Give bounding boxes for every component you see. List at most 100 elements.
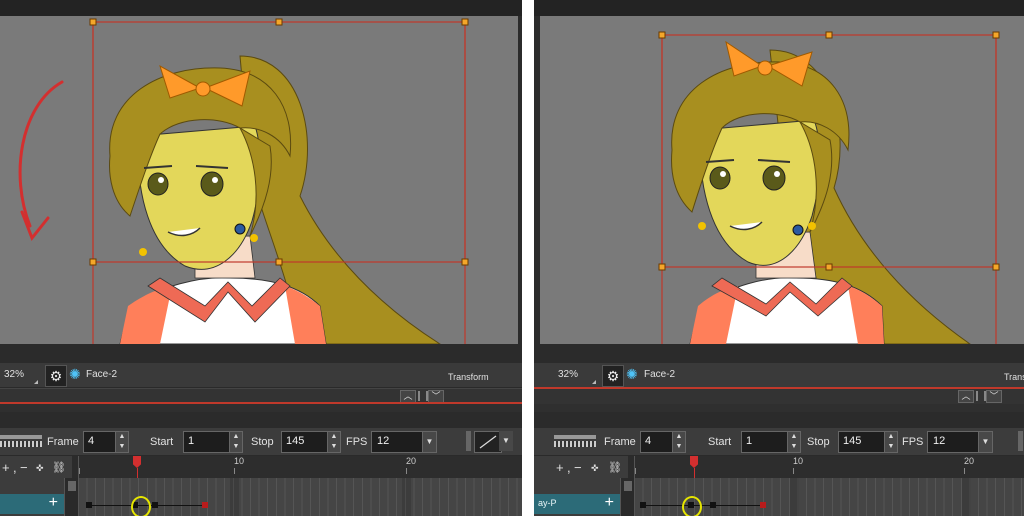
highlight-circle: [131, 496, 151, 516]
chevron-up-icon[interactable]: ︿: [958, 390, 974, 403]
transform-bounding-box[interactable]: [540, 16, 1024, 344]
grip-icon[interactable]: [418, 391, 428, 401]
chevron-down-icon[interactable]: ﹀: [986, 390, 1002, 403]
panel-strip: ︿ ﹀: [534, 388, 1024, 404]
node-icon: ✺: [69, 366, 81, 382]
frame-value: 4: [88, 435, 95, 447]
layer-row-selected[interactable]: ay-P +: [534, 494, 620, 514]
zoom-level[interactable]: 32%: [4, 369, 24, 380]
add-peg-icon[interactable]: ✜: [591, 463, 599, 474]
keyframe[interactable]: [86, 502, 92, 508]
keyframe-selected[interactable]: [760, 502, 766, 508]
keyframe[interactable]: [152, 502, 158, 508]
frame-stepper[interactable]: ▲ ▼: [672, 432, 685, 452]
playback-bar-icon[interactable]: [0, 435, 42, 447]
timeline-frames[interactable]: [78, 478, 522, 516]
layer-row-selected[interactable]: +: [0, 494, 64, 514]
timeline-ruler[interactable]: 10 20: [78, 456, 522, 478]
frame-tick-label: 10: [234, 456, 245, 466]
gear-icon[interactable]: ⚙: [602, 365, 624, 387]
stop-stepper[interactable]: ▲ ▼: [884, 432, 897, 452]
sort-icon[interactable]: ,: [567, 460, 571, 475]
remove-icon[interactable]: −: [574, 460, 582, 475]
zoom-menu-icon[interactable]: [592, 380, 596, 384]
fps-value: 12: [933, 435, 946, 447]
tool-mode: Transform: [1004, 372, 1024, 382]
timeline-layer-toolbar: + , − ✜ ⛓: [0, 456, 72, 478]
dropdown-arrow-icon[interactable]: ▼: [422, 432, 436, 452]
separator-line: [534, 387, 1024, 389]
zoom-level[interactable]: 32%: [558, 369, 578, 380]
right-panel: 32% ⚙ ✺ Face-2 Transform ︿ ﹀ Frame 4 ▲▼ …: [534, 0, 1024, 516]
playback-controls: Frame 4 ▲ ▼ Start 1 ▲ ▼ Stop 145 ▲ ▼ FPS 12…: [534, 428, 1024, 456]
timeline-ruler[interactable]: 10 20: [634, 456, 1024, 478]
gear-icon[interactable]: ⚙: [45, 365, 67, 387]
playback-bar-icon[interactable]: [554, 435, 596, 447]
frame-label: Frame: [604, 436, 636, 448]
frame-tick-label: 10: [793, 456, 804, 466]
playhead[interactable]: [133, 456, 141, 468]
frame-column: [402, 478, 411, 516]
scrollbar-thumb[interactable]: [624, 481, 632, 491]
frame-stepper[interactable]: ▲ ▼: [115, 432, 128, 452]
zoom-menu-icon[interactable]: [34, 380, 38, 384]
fps-label: FPS: [346, 436, 368, 448]
layer-scrollbar[interactable]: [620, 478, 635, 516]
stop-field[interactable]: 145 ▲ ▼: [838, 431, 898, 453]
ease-curve-icon: [479, 435, 497, 449]
layer-list: ay-P +: [534, 478, 620, 516]
frame-label: Frame: [47, 436, 79, 448]
dropdown-arrow-icon: ▼: [499, 431, 513, 451]
layer-scrollbar[interactable]: [64, 478, 79, 516]
frame-field[interactable]: 4 ▲ ▼: [640, 431, 686, 453]
stop-field[interactable]: 145 ▲ ▼: [281, 431, 341, 453]
start-stepper[interactable]: ▲ ▼: [787, 432, 800, 452]
scrollbar-thumb[interactable]: [68, 481, 76, 491]
grip-icon[interactable]: [976, 391, 986, 401]
playhead-line: [694, 468, 695, 478]
frame-tick-label: 20: [964, 456, 975, 466]
keyframe[interactable]: [640, 502, 646, 508]
frame-tick-label: 20: [406, 456, 417, 466]
stop-stepper[interactable]: ▲ ▼: [327, 432, 340, 452]
playhead[interactable]: [690, 456, 698, 468]
playhead-line: [137, 468, 138, 478]
frame-column: [962, 478, 971, 516]
fps-label: FPS: [902, 436, 924, 448]
start-stepper[interactable]: ▲ ▼: [229, 432, 242, 452]
node-name: Face-2: [86, 369, 118, 380]
sort-icon[interactable]: ,: [13, 460, 17, 475]
start-label: Start: [150, 436, 174, 448]
timeline-frames[interactable]: [634, 478, 1024, 516]
spacer: [0, 404, 522, 412]
expand-plus-icon[interactable]: +: [605, 494, 614, 512]
add-icon[interactable]: +: [556, 460, 564, 475]
top-bar: [0, 0, 522, 16]
ease-menu-button[interactable]: ▼: [499, 431, 513, 451]
dropdown-arrow-icon[interactable]: ▼: [978, 432, 992, 452]
start-field[interactable]: 1 ▲ ▼: [183, 431, 243, 453]
expand-plus-icon[interactable]: +: [49, 494, 58, 512]
frame-value: 4: [645, 435, 652, 447]
add-peg-icon[interactable]: ✜: [36, 463, 44, 474]
keyframe-selected[interactable]: [202, 502, 208, 508]
keyframe[interactable]: [710, 502, 716, 508]
frame-field[interactable]: 4 ▲ ▼: [83, 431, 129, 453]
playback-controls: Frame 4 ▲ ▼ Start 1 ▲ ▼ Stop 145 ▲ ▼ FPS 12…: [0, 428, 522, 456]
link-icon[interactable]: ⛓: [52, 461, 66, 474]
separator: [1018, 431, 1023, 451]
layer-list: +: [0, 478, 64, 516]
stop-label: Stop: [807, 436, 830, 448]
add-icon[interactable]: +: [2, 460, 10, 475]
ease-curve-button[interactable]: [474, 431, 502, 453]
camera-viewport[interactable]: [0, 16, 518, 344]
link-icon[interactable]: ⛓: [608, 461, 622, 474]
highlight-circle: [682, 496, 702, 516]
remove-icon[interactable]: −: [20, 460, 28, 475]
fps-select[interactable]: 12 ▼: [927, 431, 993, 453]
fps-select[interactable]: 12 ▼: [371, 431, 437, 453]
tool-mode: Transform: [448, 372, 489, 382]
start-value: 1: [188, 435, 195, 447]
start-field[interactable]: 1 ▲ ▼: [741, 431, 801, 453]
camera-viewport[interactable]: [540, 16, 1024, 344]
